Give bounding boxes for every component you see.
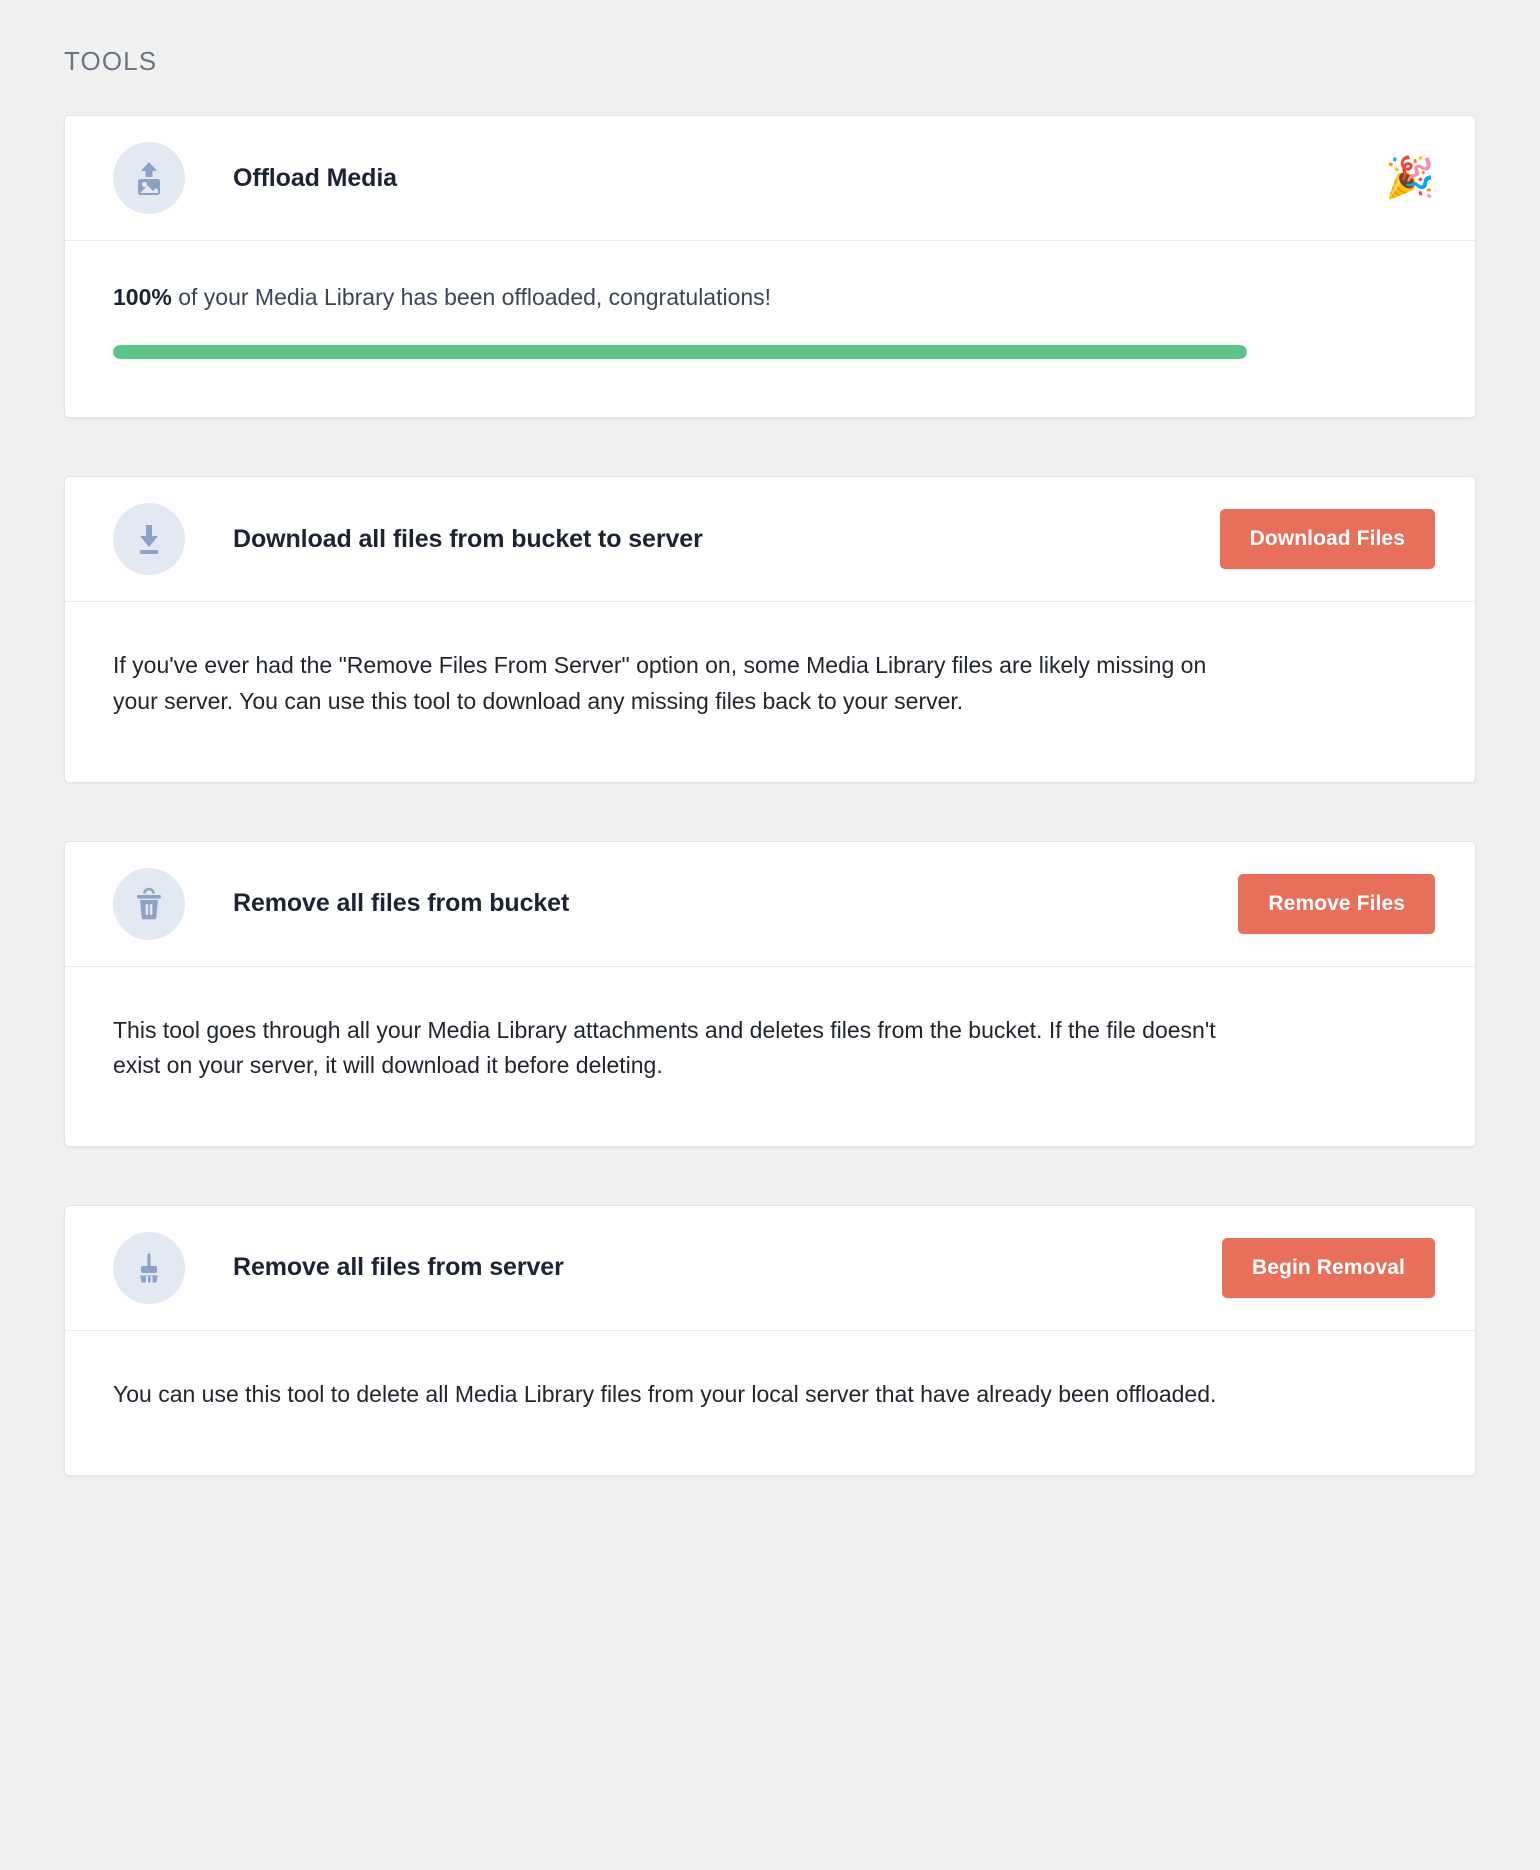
party-popper-emoji: 🎉 [1385, 156, 1435, 201]
offload-percent-label: 100% [113, 284, 172, 311]
begin-removal-button[interactable]: Begin Removal [1221, 1237, 1435, 1298]
tool-card-offload-media: Offload Media 🎉 100% of your Media Libra… [64, 115, 1476, 419]
tools-page: TOOLS Offload Media 🎉 100% of your Media… [0, 0, 1540, 1870]
card-body: You can use this tool to delete all Medi… [65, 1331, 1475, 1475]
card-description: If you've ever had the "Remove Files Fro… [113, 652, 1207, 715]
offload-progress-bar [113, 345, 1247, 360]
card-header: Download all files from bucket to server… [65, 477, 1475, 603]
card-body: 100% of your Media Library has been offl… [65, 241, 1475, 417]
remove-files-button[interactable]: Remove Files [1238, 873, 1435, 934]
card-body: This tool goes through all your Media Li… [65, 967, 1475, 1146]
tool-card-remove-files-bucket: Remove all files from bucket Remove File… [64, 840, 1476, 1147]
offload-progress-fill [113, 345, 1247, 360]
card-header: Remove all files from server Begin Remov… [65, 1206, 1475, 1331]
card-title: Remove all files from bucket [233, 889, 570, 918]
card-header: Remove all files from bucket Remove File… [65, 842, 1475, 967]
card-title: Offload Media [233, 163, 397, 192]
card-body: If you've ever had the "Remove Files Fro… [65, 602, 1475, 781]
card-title: Download all files from bucket to server [233, 524, 703, 553]
broom-icon [113, 1231, 185, 1304]
card-description: You can use this tool to delete all Medi… [113, 1380, 1217, 1407]
offload-progress-text: 100% of your Media Library has been offl… [113, 281, 1427, 313]
tool-card-download-all-files: Download all files from bucket to server… [64, 476, 1476, 783]
card-header: Offload Media 🎉 [65, 116, 1475, 242]
tools-card-list: Offload Media 🎉 100% of your Media Libra… [0, 115, 1540, 1476]
download-files-button[interactable]: Download Files [1219, 509, 1435, 570]
tool-card-remove-files-server: Remove all files from server Begin Remov… [64, 1204, 1476, 1476]
page-title: TOOLS [64, 46, 158, 76]
card-title: Remove all files from server [233, 1253, 564, 1282]
offload-progress-message: of your Media Library has been offloaded… [171, 284, 772, 311]
download-icon [113, 503, 185, 576]
trash-icon [113, 867, 185, 940]
card-description: This tool goes through all your Media Li… [113, 1016, 1216, 1079]
image-upload-icon [113, 142, 185, 215]
